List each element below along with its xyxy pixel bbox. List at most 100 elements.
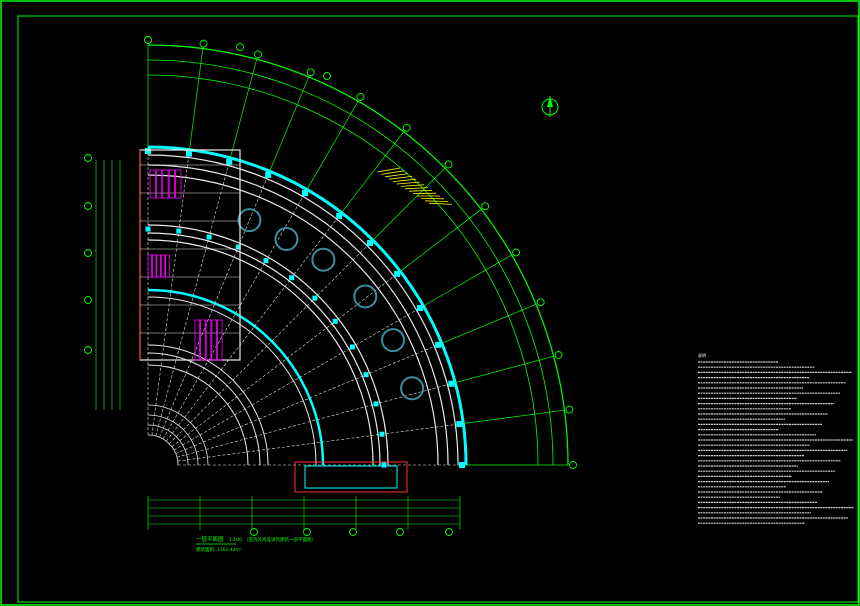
column: [379, 431, 385, 437]
axis-bubble-bottom: [250, 528, 258, 536]
radial-leader-line: [400, 209, 482, 272]
column: [349, 344, 355, 350]
radial-leader-line: [229, 59, 258, 158]
toilet-fixture: [156, 254, 161, 278]
column: [363, 372, 369, 378]
axis-bubble-radial: [481, 202, 490, 211]
column: [367, 239, 374, 246]
radial-axis-line: [162, 189, 308, 440]
stair-tread: [392, 178, 417, 182]
toilet-fixture: [149, 169, 156, 199]
toilet-fixture: [194, 319, 201, 361]
axis-bubble-bottom: [396, 528, 404, 536]
axis-bubbles: [84, 36, 577, 536]
dining-table: [381, 328, 406, 353]
radial-leader-line: [372, 167, 446, 241]
radial-axis-line: [173, 305, 424, 451]
toilet-fixture: [160, 254, 166, 278]
column: [435, 341, 442, 348]
axis-bubble-top: [144, 36, 152, 44]
axis-bubble-radial: [565, 405, 574, 414]
radial-axis-line: [166, 212, 342, 442]
axis-bubble-radial: [512, 248, 521, 257]
axis-bubble-bottom: [349, 528, 357, 536]
column: [302, 190, 308, 197]
stair-tread: [396, 181, 421, 185]
notes-heading: 说明: [698, 352, 706, 358]
design-notes: 说明: [698, 352, 854, 524]
radial-leader-line: [455, 355, 554, 384]
column: [459, 462, 465, 468]
axis-bubble-top: [323, 72, 331, 80]
axis-bubble-left: [84, 249, 92, 257]
column: [185, 150, 192, 157]
column: [263, 258, 269, 264]
axis-bubble-bottom: [445, 528, 453, 536]
axis-bubble-radial: [569, 461, 577, 469]
axis-bubble-left: [84, 346, 92, 354]
axis-bubble-radial: [536, 298, 545, 307]
inner-wall-arc: [147, 232, 381, 466]
toilet-fixture: [211, 319, 217, 361]
column: [394, 270, 401, 277]
column: [265, 171, 272, 178]
radial-leader-line: [463, 409, 565, 424]
drawing-title: 一层平面图: [196, 535, 224, 543]
core-arc: [147, 352, 261, 466]
column: [176, 228, 182, 234]
stair-tread: [380, 170, 405, 175]
dining-table: [353, 284, 378, 309]
column: [312, 295, 318, 301]
toilet-fixture: [147, 254, 153, 278]
toilet-fixture: [155, 169, 163, 199]
column: [145, 148, 151, 154]
radial-leader-line: [423, 254, 512, 307]
radial-leader-line: [441, 303, 537, 344]
entrance-canopy: [304, 465, 398, 489]
column: [448, 380, 455, 387]
step-arc: [147, 424, 189, 466]
title-block: 一层平面图 1:100 建筑面积: 1562.44m² （室内外高差详见建筑一层…: [196, 535, 316, 553]
dining-table: [400, 376, 425, 401]
drawing-frame-inner: [17, 15, 859, 603]
column: [336, 212, 343, 219]
stair-tread: [424, 200, 449, 202]
radial-leader-line: [189, 48, 204, 150]
column: [289, 275, 295, 281]
north-arrow-icon: [541, 96, 559, 117]
core-arc: [147, 344, 269, 466]
stair-tread: [408, 190, 433, 192]
floor-plan-drawing: 一层平面图 1:100 建筑面积: 1562.44m² （室内外高差详见建筑一层…: [0, 0, 860, 606]
stair-tread: [376, 167, 401, 173]
toilet-fixture: [168, 169, 175, 199]
toilet-fixture: [200, 319, 206, 361]
column: [145, 226, 151, 232]
stair-tread: [388, 176, 413, 180]
toilet-fixture: [151, 254, 157, 278]
floor-plan: [95, 44, 569, 530]
axis-bubble-left: [84, 202, 92, 210]
axis-bubble-radial: [199, 39, 208, 48]
stair-tread: [384, 173, 409, 178]
toilet-fixture: [165, 254, 170, 278]
column: [206, 234, 212, 240]
axis-bubble-top: [236, 43, 244, 51]
column: [226, 158, 233, 165]
axis-bubble-radial: [402, 123, 411, 132]
axis-bubble-left: [84, 154, 92, 162]
column: [373, 401, 379, 407]
column: [456, 421, 463, 428]
dining-table: [311, 247, 336, 272]
stair-tread: [428, 202, 453, 205]
column: [416, 305, 423, 311]
radial-leader-line: [269, 76, 310, 172]
axis-bubble-bottom: [303, 528, 311, 536]
drawing-frame-outer: [0, 0, 860, 606]
toilet-fixture: [216, 319, 223, 361]
drawing-scale: 1:100: [229, 537, 242, 543]
column: [381, 462, 387, 468]
toilet-fixture: [175, 169, 182, 199]
building-area: 建筑面积: 1562.44m²: [196, 546, 242, 553]
axis-bubble-radial: [356, 92, 365, 101]
toilet-fixture: [205, 319, 212, 361]
